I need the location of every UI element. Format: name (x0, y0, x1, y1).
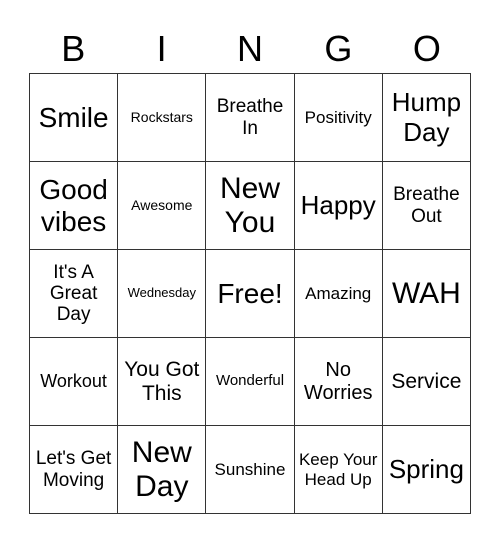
bingo-cell[interactable]: Amazing (294, 250, 383, 338)
free-space[interactable]: Free! (206, 250, 295, 338)
header-letter-n: N (237, 28, 264, 69)
bingo-cell[interactable]: Let's Get Moving (30, 426, 119, 514)
bingo-cell[interactable]: WAH (382, 250, 471, 338)
bingo-cell[interactable]: Positivity (294, 74, 383, 162)
header-letter-g: G (324, 28, 353, 69)
bingo-grid: Smile Rockstars Breathe In Positivity Hu… (29, 73, 471, 514)
bingo-cell[interactable]: Awesome (118, 162, 207, 250)
bingo-cell[interactable]: Keep Your Head Up (294, 426, 383, 514)
header-letter-i: I (156, 28, 167, 69)
bingo-cell[interactable]: Happy (294, 162, 383, 250)
bingo-cell[interactable]: Rockstars (118, 74, 207, 162)
bingo-cell[interactable]: It's A Great Day (30, 250, 119, 338)
bingo-cell[interactable]: Good vibes (30, 162, 119, 250)
bingo-header: B I N G O (29, 26, 471, 72)
bingo-cell[interactable]: Workout (30, 338, 119, 426)
bingo-cell[interactable]: No Worries (294, 338, 383, 426)
header-letter-b: B (61, 28, 86, 69)
bingo-cell[interactable]: Wednesday (118, 250, 207, 338)
bingo-cell[interactable]: Service (382, 338, 471, 426)
bingo-cell[interactable]: Breathe In (206, 74, 295, 162)
header-letter-o: O (412, 28, 441, 69)
bingo-cell[interactable]: Wonderful (206, 338, 295, 426)
bingo-cell[interactable]: Smile (30, 74, 119, 162)
bingo-cell[interactable]: Hump Day (382, 74, 471, 162)
bingo-cell[interactable]: Sunshine (206, 426, 295, 514)
bingo-cell[interactable]: Breathe Out (382, 162, 471, 250)
bingo-cell[interactable]: You Got This (118, 338, 207, 426)
bingo-cell[interactable]: New Day (118, 426, 207, 514)
bingo-cell[interactable]: Spring (382, 426, 471, 514)
bingo-cell[interactable]: New You (206, 162, 295, 250)
